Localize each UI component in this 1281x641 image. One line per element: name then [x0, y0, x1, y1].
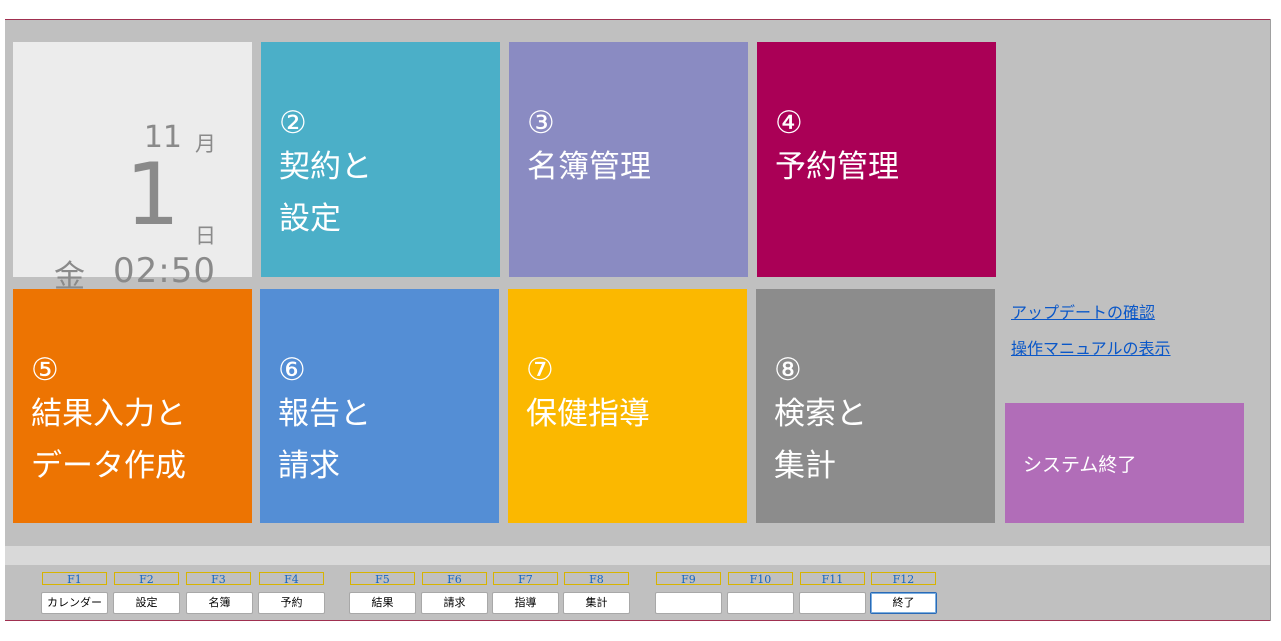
tile-number: ⑤ [31, 352, 59, 388]
fkey-label-f4: F4 [259, 572, 324, 586]
fkey-label-f5: F5 [350, 572, 415, 586]
calendar-button[interactable]: カレンダー [41, 592, 108, 614]
tile-report-billing[interactable]: ⑥ 報告と 請求 [260, 289, 499, 523]
reserve-button[interactable]: 予約 [258, 592, 325, 614]
settings-button[interactable]: 設定 [113, 592, 180, 614]
tile-health-guidance[interactable]: ⑦ 保健指導 [508, 289, 747, 523]
fkey-label-f11: F11 [800, 572, 865, 586]
fkey-label-f12: F12 [871, 572, 936, 586]
day-value: 1 [125, 145, 180, 245]
exit-button[interactable]: 終了 [870, 592, 937, 614]
fkey-label-f8: F8 [564, 572, 629, 586]
tile-contract-settings[interactable]: ② 契約と 設定 [261, 42, 500, 277]
tile-number: ⑧ [774, 352, 802, 388]
fkey-label-f9: F9 [656, 572, 721, 586]
fkey-label-f3: F3 [186, 572, 251, 586]
fkey-label-f10: F10 [728, 572, 793, 586]
system-exit-button[interactable]: システム終了 [1005, 403, 1244, 523]
tile-roster-management[interactable]: ③ 名簿管理 [509, 42, 748, 277]
fkey-label-f1: F1 [42, 572, 107, 586]
tile-number: ④ [775, 105, 803, 141]
tile-number: ⑦ [526, 352, 554, 388]
tile-result-input[interactable]: ⑤ 結果入力と データ作成 [13, 289, 252, 523]
tile-number: ⑥ [278, 352, 306, 388]
separator-strip [5, 546, 1270, 565]
f9-button[interactable] [655, 592, 722, 614]
tile-label: 保健指導 [526, 396, 650, 432]
tile-label: 名簿管理 [527, 149, 651, 185]
tile-search-aggregate[interactable]: ⑧ 検索と 集計 [756, 289, 995, 523]
f11-button[interactable] [799, 592, 866, 614]
billing-button[interactable]: 請求 [421, 592, 488, 614]
update-check-link[interactable]: アップデートの確認 [1011, 299, 1155, 323]
aggregate-button[interactable]: 集計 [563, 592, 630, 614]
tile-number: ② [279, 105, 307, 141]
roster-button[interactable]: 名簿 [186, 592, 253, 614]
f10-button[interactable] [727, 592, 794, 614]
fkey-label-f7: F7 [493, 572, 558, 586]
tile-number: ③ [527, 105, 555, 141]
frame-divider [1270, 19, 1271, 621]
tile-label: 予約管理 [775, 149, 899, 185]
month-unit: 月 [195, 132, 216, 156]
day-unit: 日 [195, 224, 216, 248]
tile-reservation-management[interactable]: ④ 予約管理 [757, 42, 996, 277]
fkey-label-f2: F2 [114, 572, 179, 586]
tile-label: 結果入力と データ作成 [31, 396, 186, 484]
guidance-button[interactable]: 指導 [492, 592, 559, 614]
tile-label: 検索と 集計 [774, 396, 867, 484]
manual-link[interactable]: 操作マニュアルの表示 [1011, 335, 1171, 359]
tile-label: 報告と 請求 [278, 396, 371, 484]
date-clock-tile: 11 月 1 日 金 02:50 [13, 42, 252, 295]
fkey-label-f6: F6 [422, 572, 487, 586]
current-time: 02:50 [113, 251, 216, 291]
tile-label: 契約と 設定 [279, 149, 372, 237]
result-button[interactable]: 結果 [349, 592, 416, 614]
